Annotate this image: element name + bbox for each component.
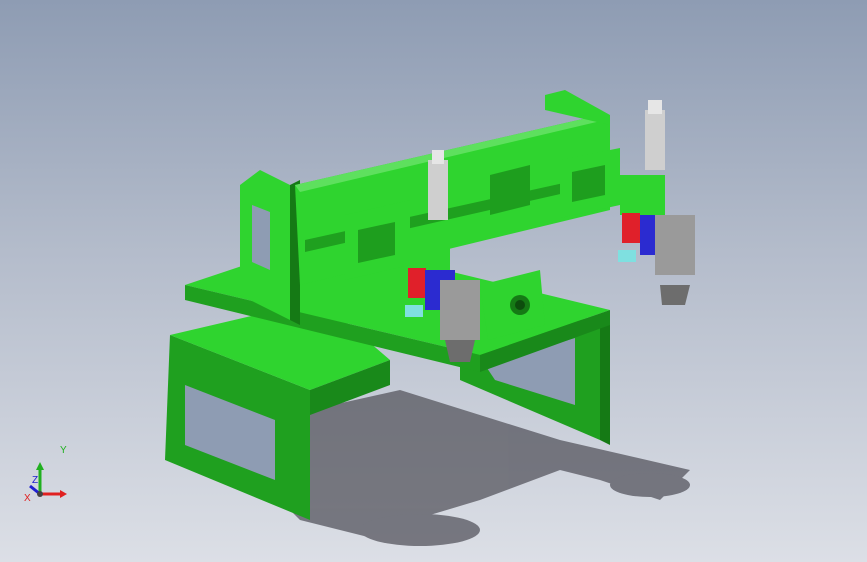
cad-model-fixture[interactable]	[0, 0, 867, 562]
triad-axes-icon	[29, 462, 67, 498]
triad-y-label: Y	[60, 445, 67, 456]
mounting-plate-right[interactable]	[560, 148, 620, 218]
ground-shadow	[250, 390, 690, 546]
graphics-viewport[interactable]: Y Z X	[0, 0, 867, 562]
coordinate-triad: Y Z X	[22, 442, 82, 512]
triad-z-label: Z	[32, 475, 39, 486]
right-gripper-assembly[interactable]	[618, 100, 695, 305]
triad-x-label: X	[24, 493, 31, 504]
